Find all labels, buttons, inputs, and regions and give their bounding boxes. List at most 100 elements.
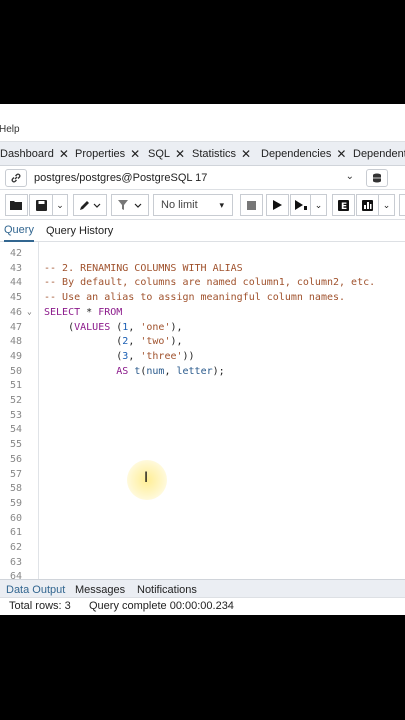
tab-properties[interactable]: Properties ✕ (75, 142, 140, 165)
explain-icon[interactable]: E (332, 194, 355, 216)
close-icon[interactable]: ✕ (336, 147, 346, 161)
text-cursor-icon: I (144, 470, 149, 486)
save-dropdown-button[interactable]: ⌄ (52, 194, 68, 216)
line-number: 60 (9, 512, 22, 524)
tab-messages[interactable]: Messages (75, 584, 125, 596)
editor-line[interactable]: 44 -- By default, columns are named colum… (0, 277, 405, 292)
line-number: 49 (9, 350, 22, 362)
line-number: 52 (9, 395, 22, 406)
tab-query-history[interactable]: Query History (46, 220, 113, 242)
editor-line[interactable]: 47 (VALUES (1, 'one'), (0, 322, 405, 337)
close-icon[interactable]: ✕ (130, 147, 140, 161)
editor-line[interactable]: 48 (2, 'two'), (0, 336, 405, 351)
editor-line[interactable]: 54 (0, 424, 405, 439)
play-step-icon[interactable] (290, 194, 310, 216)
output-tabs: Data Output Messages Notifications (0, 579, 405, 597)
filter-icon[interactable] (111, 194, 149, 216)
sql-editor[interactable]: 42 43 -- 2. RENAMING COLUMNS WITH ALIAS 44 -… (0, 242, 405, 579)
line-number: 63 (9, 556, 22, 568)
editor-line[interactable]: 53 (0, 410, 405, 425)
fold-chevron-icon[interactable]: ⌄ (27, 307, 32, 316)
play-icon[interactable] (266, 194, 289, 216)
line-number: 54 (9, 424, 22, 436)
line-number: 55 (9, 439, 22, 451)
line-number: 48 (9, 336, 22, 348)
editor-line[interactable]: 61 (0, 527, 405, 542)
line-number: 64 (9, 571, 22, 579)
total-rows: Total rows: 3 (9, 600, 71, 612)
save-icon[interactable] (29, 194, 52, 216)
editor-line[interactable]: 42 (0, 248, 405, 263)
menu-help[interactable]: Help (0, 124, 20, 135)
close-icon[interactable]: ✕ (175, 147, 185, 161)
line-number: 62 (9, 542, 22, 553)
connection-label: postgres/postgres@PostgreSQL 17 (34, 172, 208, 184)
tab-label: SQL (148, 148, 171, 160)
editor-line[interactable]: 64 (0, 571, 405, 579)
close-icon[interactable]: ✕ (59, 147, 69, 161)
pgadmin-window: Help Dashboard ✕ Properties ✕ SQL ✕ Statist… (0, 104, 405, 615)
more-toolbar-button[interactable] (399, 194, 405, 216)
editor-line[interactable]: 56 (0, 454, 405, 469)
row-limit-select[interactable]: No limit ▾ (153, 194, 233, 216)
execute-dropdown-button[interactable]: ⌄ (310, 194, 327, 216)
line-number: 42 (9, 248, 22, 259)
editor-line[interactable]: 49 (3, 'three')) (0, 351, 405, 366)
connection-bar: postgres/postgres@PostgreSQL 17 ⌄ (0, 166, 405, 190)
edit-pen-icon[interactable] (73, 194, 107, 216)
menu-bar: Help (0, 104, 405, 142)
line-number: 56 (9, 453, 22, 465)
editor-line[interactable]: 50 AS t(num, letter); (0, 366, 405, 381)
tab-notifications[interactable]: Notifications (137, 584, 197, 596)
tab-dependents[interactable]: Dependents (353, 142, 405, 165)
svg-text:E: E (341, 202, 347, 211)
tab-label: Properties (75, 148, 126, 160)
tab-sql[interactable]: SQL ✕ (148, 142, 185, 165)
editor-line[interactable]: 63 (0, 557, 405, 572)
chevron-down-icon: ⌄ (56, 199, 64, 210)
tab-data-output[interactable]: Data Output (6, 584, 65, 596)
line-number: 44 (9, 277, 22, 289)
explain-dropdown-button[interactable]: ⌄ (378, 194, 395, 216)
close-icon[interactable]: ✕ (241, 147, 251, 161)
code-text: -- Use an alias to assign meaningful col… (44, 292, 346, 304)
chart-icon[interactable] (356, 194, 378, 216)
editor-line[interactable]: 62 (0, 542, 405, 557)
tab-label: Statistics (192, 148, 237, 160)
limit-value: No limit (161, 199, 198, 211)
editor-line[interactable]: 60 (0, 513, 405, 528)
editor-line[interactable]: 59 (0, 498, 405, 513)
folder-open-icon[interactable] (5, 194, 28, 216)
query-status: Query complete 00:00:00.234 (89, 600, 234, 612)
stop-icon[interactable] (240, 194, 263, 216)
code-text: -- By default, columns are named column1… (44, 277, 376, 289)
line-number: 47 (9, 321, 22, 333)
editor-line[interactable]: 46 ⌄ SELECT * FROM (0, 307, 405, 322)
query-toolbar: ⌄ No limit ▾ ⌄ E ⌄ (0, 190, 405, 220)
editor-line[interactable]: 45 -- Use an alias to assign meaningful c… (0, 292, 405, 307)
connection-select[interactable]: postgres/postgres@PostgreSQL 17 ⌄ (30, 169, 360, 187)
editor-line[interactable]: 57 (0, 469, 405, 484)
line-number: 43 (9, 262, 22, 274)
editor-line[interactable]: 52 (0, 395, 405, 410)
line-number: 45 (9, 292, 22, 304)
line-number: 57 (9, 468, 22, 480)
editor-line[interactable]: 58 (0, 483, 405, 498)
tab-statistics[interactable]: Statistics ✕ (192, 142, 251, 165)
chevron-down-icon: ⌄ (314, 199, 323, 210)
tab-query[interactable]: Query (4, 220, 34, 242)
tab-dependencies[interactable]: Dependencies ✕ (261, 142, 346, 165)
tab-label: Dependents (353, 148, 405, 160)
line-number: 53 (9, 409, 22, 421)
line-number: 50 (9, 365, 22, 377)
editor-line[interactable]: 51 (0, 380, 405, 395)
line-number: 58 (9, 483, 22, 495)
tab-dashboard[interactable]: Dashboard ✕ (0, 142, 69, 165)
status-bar: Total rows: 3 Query complete 00:00:00.23… (0, 597, 405, 615)
database-icon[interactable] (366, 169, 388, 187)
chevron-down-icon: ⌄ (345, 171, 354, 182)
editor-line[interactable]: 55 (0, 439, 405, 454)
editor-line[interactable]: 43 -- 2. RENAMING COLUMNS WITH ALIAS (0, 263, 405, 278)
link-icon[interactable] (5, 169, 27, 187)
line-number: 61 (9, 527, 22, 539)
